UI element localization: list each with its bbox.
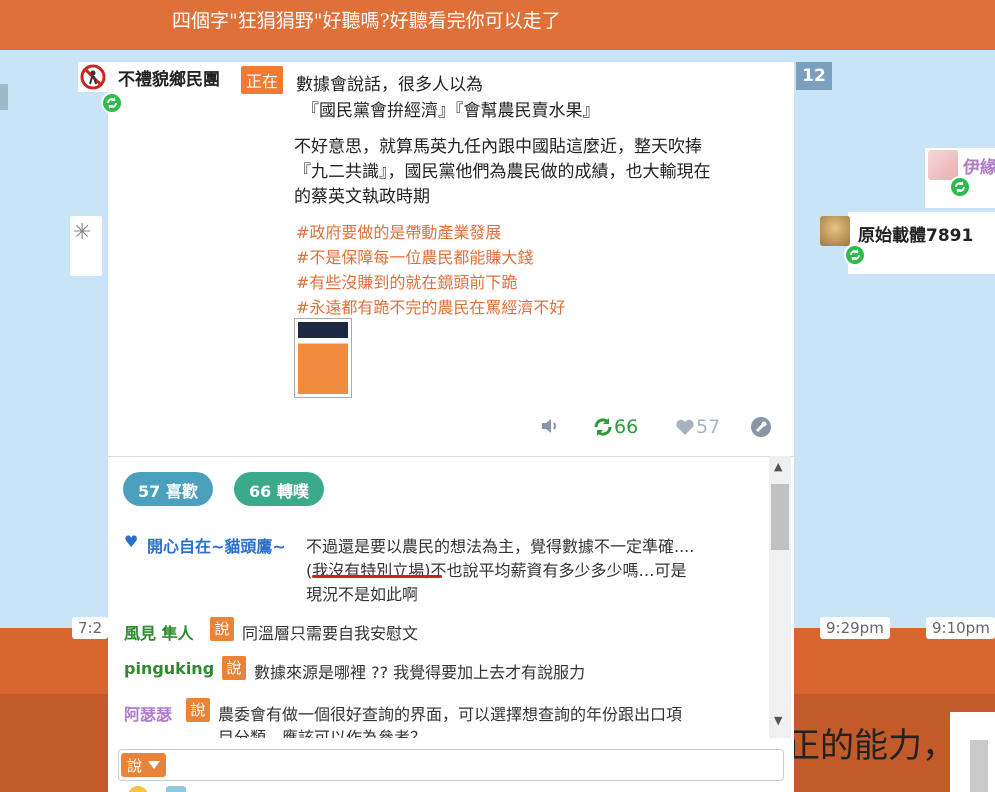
post-text-line: 的蔡英文執政時期	[294, 187, 430, 207]
post-text-line: 『國民黨會拚經濟』『會幫農民賣水果』	[302, 101, 600, 121]
hashtag-link[interactable]: #永遠都有跪不完的農民在罵經濟不好	[296, 294, 565, 318]
commenter-name[interactable]: 風見 隼人	[124, 620, 194, 644]
scroll-down-arrow-icon[interactable]: ▼	[774, 714, 782, 727]
replurk-count: 66	[614, 416, 639, 438]
top-bar: 四個字"狂狷狷野"好聽嗎?好聽看完你可以走了	[0, 0, 995, 50]
responses-scrollbar[interactable]: ▲ ▼	[769, 456, 791, 738]
qualifier-badge: 說	[186, 698, 210, 722]
comment-text: 數據來源是哪裡 ?? 我覺得要加上去才有說服力	[254, 663, 586, 682]
no-entry-avatar-icon[interactable]	[80, 64, 106, 90]
wrench-icon	[751, 417, 771, 437]
side-user-name[interactable]: 伊緣	[963, 153, 995, 178]
plurk-title[interactable]: 四個字"狂狷狷野"好聽嗎?好聽看完你可以走了	[172, 6, 561, 33]
timestamp: 9:29pm	[820, 617, 890, 639]
hashtag-link[interactable]: #有些沒賺到的就在鏡頭前下跪	[296, 269, 517, 293]
commenter-name[interactable]: 阿瑟瑟	[124, 701, 172, 725]
comment-text-line: 現況不是如此啊	[306, 585, 419, 604]
status-badge: 正在	[241, 66, 284, 94]
commenter-name[interactable]: pinguking	[124, 659, 214, 678]
likes-pill-button[interactable]: 57 喜歡	[123, 472, 213, 506]
scrollbar-thumb[interactable]	[771, 484, 789, 550]
response-input[interactable]	[118, 749, 784, 781]
comment-text-line: 不過還是要以農民的想法為主，覺得數據不一定準確....	[306, 537, 695, 556]
timestamp: 7:2	[72, 617, 109, 639]
image-upload-icon[interactable]	[166, 786, 186, 792]
left-edge-tab	[0, 84, 8, 110]
background-plurk-text: 正的能力，	[786, 726, 946, 766]
replurk-button[interactable]: 66	[592, 416, 638, 438]
post-text-line: 『九二共識』，國民黨他們為農民做的成績，也大輸現在	[294, 162, 711, 182]
hashtag-link[interactable]: #不是保障每一位農民都能賺大錢	[296, 244, 533, 268]
commenter-name[interactable]: 開心自在~貓頭鷹~	[147, 533, 286, 557]
replurk-icon	[844, 244, 866, 266]
infographic-image	[298, 322, 348, 394]
like-count: 57	[696, 416, 721, 438]
post-image-thumbnail[interactable]	[294, 318, 352, 398]
qualifier-badge: 說	[210, 617, 234, 641]
comment-text-line: 農委會有做一個很好查詢的界面，可以選擇想查詢的年份跟出口項	[218, 705, 683, 724]
replurk-icon	[594, 418, 612, 436]
post-text-line: 數據會說話，很多人以為	[296, 75, 483, 95]
loading-icon: ✳	[73, 220, 92, 245]
timestamp: 9:10pm	[926, 617, 995, 639]
avatar[interactable]	[820, 216, 850, 246]
chevron-down-icon	[148, 761, 161, 769]
more-options-button[interactable]	[750, 416, 772, 438]
response-count-badge[interactable]: 12	[796, 62, 832, 90]
scroll-up-arrow-icon[interactable]: ▲	[774, 460, 782, 473]
speaker-icon	[542, 419, 556, 433]
side-plurk-card-2[interactable]: 原始載體7891	[820, 212, 995, 274]
heart-icon: ♥	[124, 532, 139, 551]
like-button[interactable]: 57	[674, 416, 720, 438]
responses-panel	[108, 456, 794, 740]
comment-text: 同溫層只需要自我安慰文	[242, 624, 419, 643]
qualifier-dropdown[interactable]: 說	[121, 753, 167, 777]
replurk-icon	[101, 92, 123, 114]
author-name[interactable]: 不禮貌鄉民團	[118, 65, 220, 90]
post-text-line: 不好意思，就算馬英九任內跟中國貼這麼近，整天吹捧	[294, 137, 702, 157]
red-underline-annotation	[312, 575, 442, 578]
side-user-name[interactable]: 原始載體7891	[858, 221, 973, 246]
side-plurk-card-1[interactable]: 伊緣	[925, 148, 995, 208]
replurks-pill-button[interactable]: 66 轉噗	[234, 472, 324, 506]
avatar[interactable]	[928, 150, 958, 180]
comment-text-line: 目分類，應該可以作為參考？	[218, 728, 427, 738]
heart-icon	[676, 419, 694, 435]
qualifier-label: 說	[127, 756, 143, 775]
loading-card: ✳	[70, 216, 102, 276]
replurk-icon	[949, 176, 971, 198]
hashtag-link[interactable]: #政府要做的是帶動產業發展	[296, 219, 501, 243]
qualifier-badge: 說	[222, 656, 246, 680]
right-scrollbar[interactable]	[970, 740, 988, 792]
mute-button[interactable]	[540, 416, 562, 436]
